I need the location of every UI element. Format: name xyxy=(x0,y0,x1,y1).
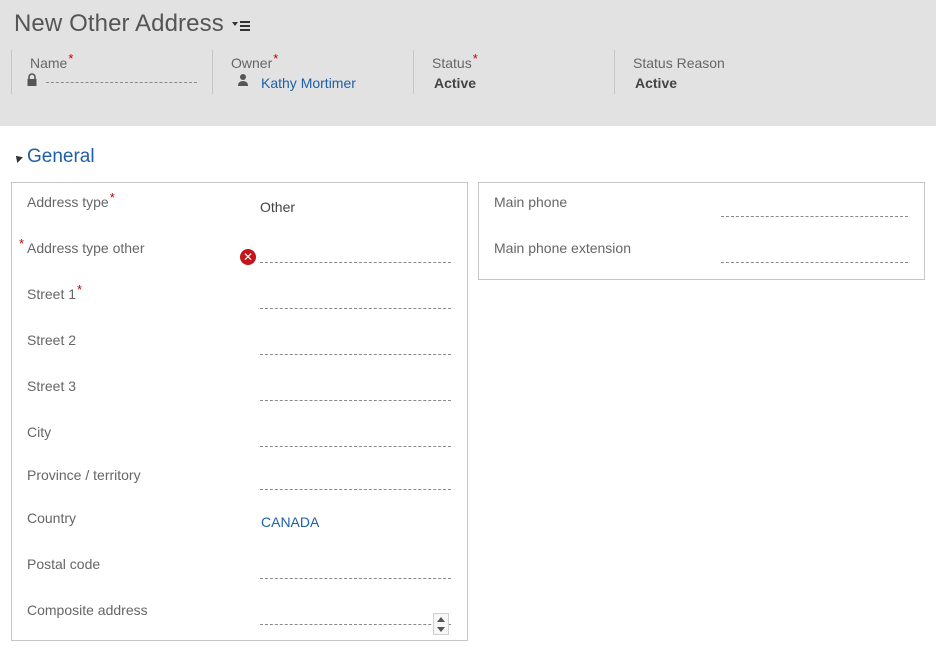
city-input[interactable] xyxy=(260,433,451,447)
address-type-value[interactable]: Other xyxy=(260,199,295,215)
field-label: Postal code xyxy=(27,556,101,572)
field-label: Country xyxy=(27,510,77,526)
field-label: Street 3 xyxy=(27,378,77,394)
lock-icon xyxy=(26,73,38,87)
owner-link[interactable]: Kathy Mortimer xyxy=(261,75,356,91)
field-label: Main phone extension xyxy=(494,240,631,256)
triangle-expanded-icon xyxy=(13,153,23,163)
field-address-type-other[interactable]: * Address type other ✕ xyxy=(12,236,467,270)
required-marker: * xyxy=(68,51,74,66)
header-field-status: Status* Active xyxy=(413,50,614,94)
street-2-input[interactable] xyxy=(260,341,451,355)
field-street-3[interactable]: Street 3 xyxy=(12,378,467,408)
field-province[interactable]: Province / territory xyxy=(12,467,467,497)
name-label: Name* xyxy=(30,51,74,71)
field-address-type[interactable]: Address type* Other xyxy=(12,190,467,224)
title-row: New Other Address xyxy=(14,10,250,38)
postal-code-input[interactable] xyxy=(260,565,451,579)
street-3-input[interactable] xyxy=(260,387,451,401)
main-phone-input[interactable] xyxy=(721,203,908,217)
section-general-toggle[interactable]: General xyxy=(13,146,95,168)
address-type-other-input[interactable] xyxy=(260,249,451,263)
required-marker: * xyxy=(19,236,25,251)
field-label: Street 1* xyxy=(27,282,83,302)
page-title: New Other Address xyxy=(14,10,224,37)
field-label: Address type* xyxy=(27,190,115,210)
general-right-panel: Main phone Main phone extension xyxy=(478,182,925,280)
field-main-phone-extension[interactable]: Main phone extension xyxy=(479,240,924,270)
composite-address-scroll[interactable] xyxy=(433,613,449,635)
status-reason-value: Active xyxy=(635,75,678,91)
field-city[interactable]: City xyxy=(12,424,467,454)
general-left-panel: Address type* Other * Address type other… xyxy=(11,182,468,641)
header-field-owner: Owner* Kathy Mortimer xyxy=(212,50,413,94)
street-1-input[interactable] xyxy=(260,295,451,309)
section-title: General xyxy=(27,146,95,167)
required-marker: * xyxy=(273,51,279,66)
header-fields: Name* Owner* Kathy Mortimer Status* Acti… xyxy=(11,50,815,94)
field-composite-address[interactable]: Composite address xyxy=(12,602,467,632)
form-header: New Other Address Name* Owner* Kathy Mor… xyxy=(0,0,936,126)
required-marker: * xyxy=(77,282,83,297)
field-label: Address type other xyxy=(27,240,145,256)
field-label: Street 2 xyxy=(27,332,77,348)
field-street-2[interactable]: Street 2 xyxy=(12,332,467,362)
owner-label: Owner* xyxy=(231,51,279,71)
country-link[interactable]: CANADA xyxy=(261,514,319,530)
list-menu-icon[interactable] xyxy=(231,19,250,33)
field-label: City xyxy=(27,424,52,440)
field-main-phone[interactable]: Main phone xyxy=(479,194,924,224)
person-icon xyxy=(237,73,249,87)
error-x-icon: ✕ xyxy=(240,249,256,265)
scroll-down-icon[interactable] xyxy=(437,627,445,632)
province-input[interactable] xyxy=(260,476,451,490)
header-field-name[interactable]: Name* xyxy=(11,50,212,94)
required-marker: * xyxy=(472,51,478,66)
status-label: Status* xyxy=(432,51,478,71)
field-label: Province / territory xyxy=(27,467,141,483)
field-street-1[interactable]: Street 1* xyxy=(12,282,467,316)
field-country[interactable]: Country CANADA xyxy=(12,510,467,540)
scroll-up-icon[interactable] xyxy=(437,617,445,622)
field-label: Main phone xyxy=(494,194,568,210)
status-reason-label: Status Reason xyxy=(633,55,725,71)
composite-address-input[interactable] xyxy=(260,611,451,625)
field-label: Composite address xyxy=(27,602,148,618)
name-input[interactable] xyxy=(46,82,197,83)
main-phone-extension-input[interactable] xyxy=(721,249,908,263)
required-marker: * xyxy=(109,190,115,205)
field-postal-code[interactable]: Postal code xyxy=(12,556,467,586)
status-value: Active xyxy=(434,75,477,91)
header-field-status-reason: Status Reason Active xyxy=(614,50,815,94)
